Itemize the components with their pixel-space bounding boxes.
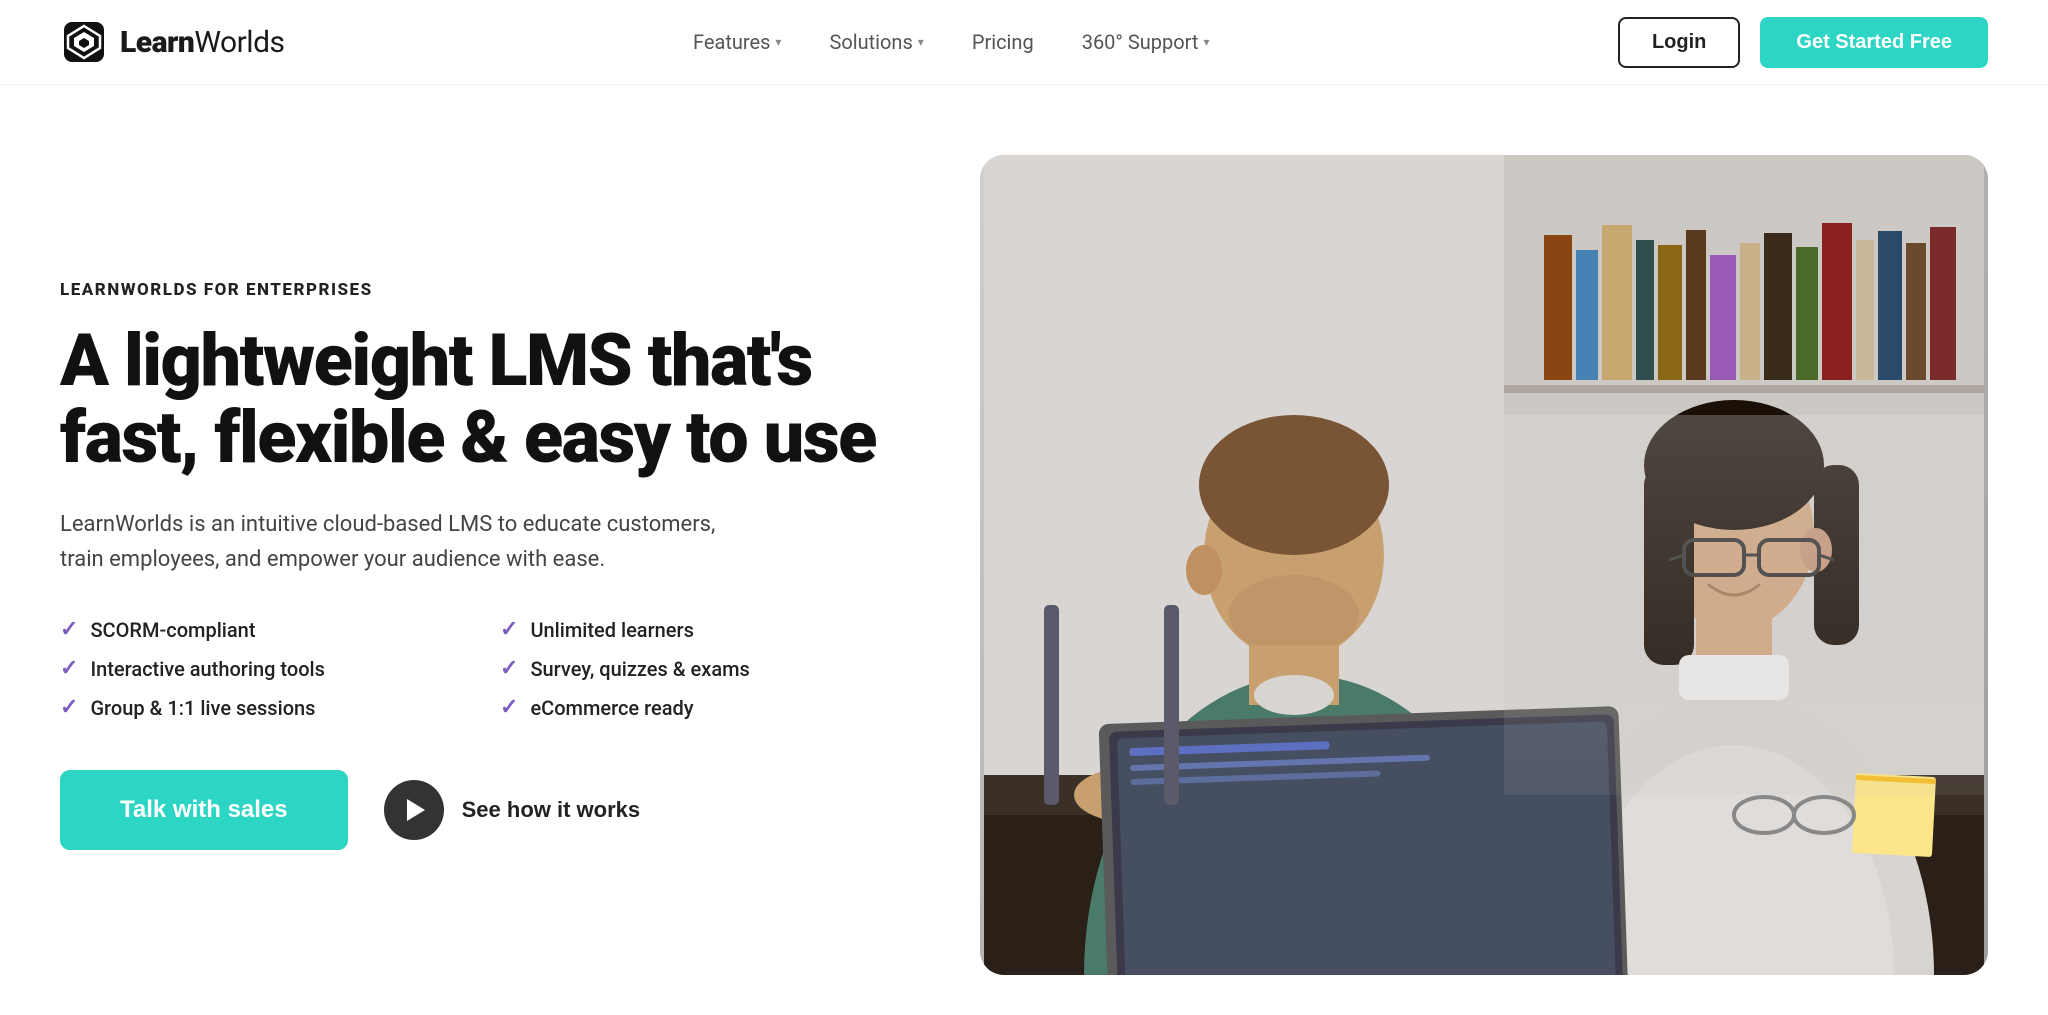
- hero-section: LEARNWORLDS FOR ENTERPRISES A lightweigh…: [0, 85, 2048, 1015]
- hero-eyebrow: LEARNWORLDS FOR ENTERPRISES: [60, 280, 880, 300]
- hero-content: LEARNWORLDS FOR ENTERPRISES A lightweigh…: [60, 280, 920, 851]
- hero-cta-group: Talk with sales See how it works: [60, 770, 880, 850]
- hero-description: LearnWorlds is an intuitive cloud-based …: [60, 507, 720, 577]
- hero-illustration: [980, 155, 1988, 975]
- feature-surveys: ✓ Survey, quizzes & exams: [500, 656, 880, 681]
- feature-unlimited-learners: ✓ Unlimited learners: [500, 617, 880, 642]
- hero-scene-svg: [980, 155, 1988, 975]
- navbar-right: Login Get Started Free: [1618, 17, 1988, 68]
- main-nav: Features ▾ Solutions ▾ Pricing 360° Supp…: [693, 30, 1209, 54]
- login-button[interactable]: Login: [1618, 17, 1740, 68]
- nav-features[interactable]: Features ▾: [693, 30, 781, 54]
- check-icon-surveys: ✓: [500, 656, 518, 681]
- talk-with-sales-button[interactable]: Talk with sales: [60, 770, 348, 850]
- learnworlds-logo-icon: [60, 18, 108, 66]
- check-icon-authoring: ✓: [60, 656, 78, 681]
- navbar: LearnWorlds Features ▾ Solutions ▾ Prici…: [0, 0, 2048, 85]
- feature-ecommerce: ✓ eCommerce ready: [500, 695, 880, 720]
- logo-text: LearnWorlds: [120, 25, 285, 60]
- get-started-button[interactable]: Get Started Free: [1760, 17, 1988, 68]
- nav-pricing[interactable]: Pricing: [972, 30, 1034, 54]
- play-triangle-icon: [407, 799, 425, 821]
- feature-scorm: ✓ SCORM-compliant: [60, 617, 440, 642]
- hero-title: A lightweight LMS that's fast, flexible …: [60, 322, 880, 478]
- check-icon-scorm: ✓: [60, 617, 78, 642]
- nav-support[interactable]: 360° Support ▾: [1082, 30, 1210, 54]
- feature-authoring: ✓ Interactive authoring tools: [60, 656, 440, 681]
- features-chevron-icon: ▾: [775, 35, 781, 49]
- support-chevron-icon: ▾: [1203, 35, 1209, 49]
- hero-image: [980, 155, 1988, 975]
- feature-live-sessions: ✓ Group & 1:1 live sessions: [60, 695, 440, 720]
- solutions-chevron-icon: ▾: [918, 35, 924, 49]
- features-list: ✓ SCORM-compliant ✓ Unlimited learners ✓…: [60, 617, 880, 720]
- check-icon-live: ✓: [60, 695, 78, 720]
- check-icon-ecommerce: ✓: [500, 695, 518, 720]
- nav-solutions[interactable]: Solutions ▾: [829, 30, 923, 54]
- logo-group: LearnWorlds: [60, 18, 285, 66]
- play-icon: [384, 780, 444, 840]
- see-how-it-works-button[interactable]: See how it works: [384, 780, 641, 840]
- check-icon-unlimited: ✓: [500, 617, 518, 642]
